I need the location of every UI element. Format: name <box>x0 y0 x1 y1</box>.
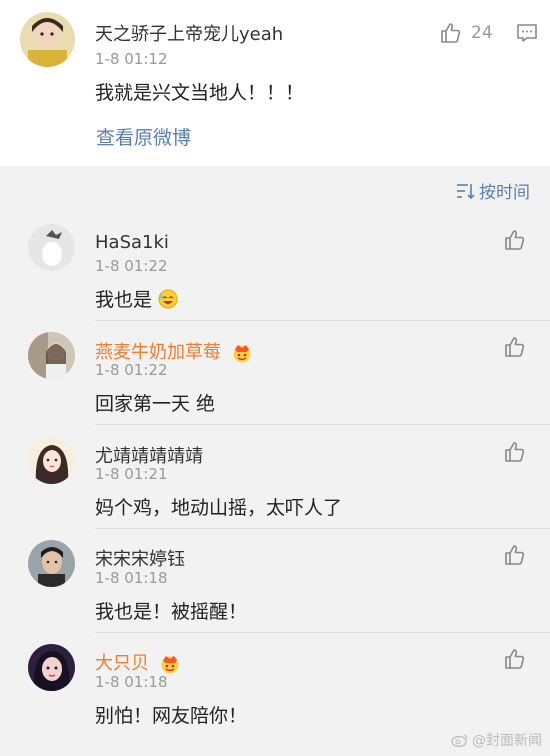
laughing-emoji-icon <box>158 289 178 309</box>
vip-crown-icon <box>233 345 251 363</box>
avatar[interactable] <box>28 437 75 484</box>
thumbs-up-icon[interactable] <box>503 440 527 464</box>
comment-text: 我也是 <box>95 285 178 312</box>
comment-icon[interactable] <box>515 21 539 45</box>
sort-icon <box>457 183 475 199</box>
avatar[interactable] <box>20 12 75 67</box>
vip-crown-icon <box>161 656 179 674</box>
comment-username[interactable]: 宋宋宋婷钰 <box>95 545 185 571</box>
divider <box>95 632 550 633</box>
thumbs-up-icon[interactable] <box>439 21 463 45</box>
comment-timestamp: 1-8 01:18 <box>95 673 168 691</box>
thumbs-up-icon[interactable] <box>503 335 527 359</box>
weibo-logo-icon <box>451 734 468 747</box>
avatar[interactable] <box>28 332 75 379</box>
comment-username[interactable]: HaSa1ki <box>95 232 169 253</box>
post-text: 我就是兴文当地人！！！ <box>95 82 305 104</box>
thumbs-up-icon[interactable] <box>503 228 527 252</box>
thumbs-up-icon[interactable] <box>503 647 527 671</box>
avatar[interactable] <box>28 540 75 587</box>
post-timestamp: 1-8 01:12 <box>95 50 168 68</box>
comment-text: 妈个鸡，地动山摇，太吓人了 <box>95 497 343 519</box>
avatar[interactable] <box>28 644 75 691</box>
avatar[interactable] <box>28 224 75 271</box>
original-post: 天之骄子上帝宠儿yeah 1-8 01:12 我就是兴文当地人！！！ 24 查看… <box>0 0 550 166</box>
comment-timestamp: 1-8 01:18 <box>95 569 168 587</box>
post-username[interactable]: 天之骄子上帝宠儿yeah <box>95 20 283 46</box>
comment-text: 别怕！网友陪你！ <box>95 705 248 727</box>
comment-timestamp: 1-8 01:21 <box>95 465 168 483</box>
comment-timestamp: 1-8 01:22 <box>95 257 168 275</box>
post-like-count: 24 <box>471 23 493 43</box>
view-original-link[interactable]: 查看原微博 <box>96 123 191 150</box>
divider <box>95 528 550 529</box>
sort-label: 按时间 <box>479 183 530 203</box>
comment-username[interactable]: 大只贝 <box>95 649 181 675</box>
watermark: @封面新闻 <box>451 730 542 750</box>
comment-timestamp: 1-8 01:22 <box>95 361 168 379</box>
sort-by-time-button[interactable]: 按时间 <box>455 178 530 203</box>
divider <box>95 320 550 321</box>
divider <box>95 424 550 425</box>
thumbs-up-icon[interactable] <box>503 543 527 567</box>
comment-text: 回家第一天 绝 <box>95 393 216 415</box>
comment-text: 我也是！被摇醒！ <box>95 601 248 623</box>
